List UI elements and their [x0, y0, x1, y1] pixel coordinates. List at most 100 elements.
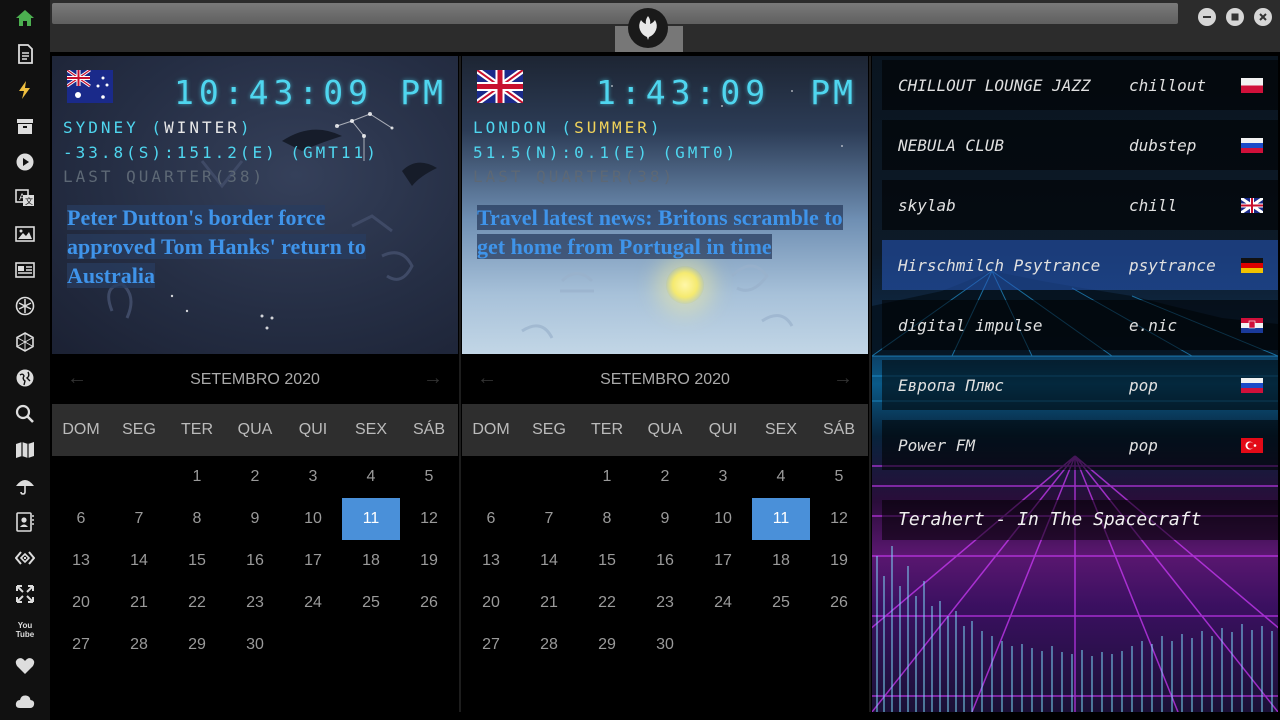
calendar-day[interactable]: 26 [400, 582, 458, 624]
rebel-alliance-emblem-icon[interactable] [628, 8, 668, 48]
maximize-button[interactable] [1226, 8, 1244, 26]
calendar-day[interactable]: 22 [578, 582, 636, 624]
calendar-day[interactable]: 15 [578, 540, 636, 582]
next-month-arrow-icon[interactable]: → [832, 367, 854, 389]
calendar-day[interactable]: 13 [52, 540, 110, 582]
london-headline-text[interactable]: Travel latest news: Britons scramble to … [477, 205, 843, 259]
close-button[interactable] [1254, 8, 1272, 26]
calendar-day[interactable]: 10 [284, 498, 342, 540]
calendar-day[interactable]: 1 [168, 456, 226, 498]
calendar-day[interactable]: 28 [520, 624, 578, 666]
sydney-headline[interactable]: Peter Dutton's border force approved Tom… [67, 203, 407, 290]
minimize-button[interactable] [1198, 8, 1216, 26]
transfer-icon[interactable] [13, 546, 37, 570]
globe-icon[interactable] [13, 366, 37, 390]
calendar-day[interactable]: 1 [578, 456, 636, 498]
calendar-day[interactable]: 30 [226, 624, 284, 666]
calendar-day[interactable]: 21 [110, 582, 168, 624]
calendar-day[interactable]: 4 [752, 456, 810, 498]
youtube-icon[interactable]: You Tube [13, 618, 37, 642]
calendar-day[interactable]: 14 [110, 540, 168, 582]
calendar-day[interactable]: 9 [636, 498, 694, 540]
calendar-day[interactable]: 26 [810, 582, 868, 624]
calendar-day[interactable]: 3 [284, 456, 342, 498]
hexagon-icon[interactable] [13, 330, 37, 354]
calendar-day[interactable]: 12 [400, 498, 458, 540]
expand-icon[interactable] [13, 582, 37, 606]
calendar-day[interactable]: 10 [694, 498, 752, 540]
calendar-day[interactable]: 16 [636, 540, 694, 582]
calendar-day[interactable]: 23 [226, 582, 284, 624]
calendar-day[interactable]: 27 [52, 624, 110, 666]
radio-station-row[interactable]: Power FM pop [882, 420, 1278, 470]
calendar-day[interactable]: 8 [168, 498, 226, 540]
calendar-day[interactable]: 14 [520, 540, 578, 582]
calendar-day[interactable]: 6 [462, 498, 520, 540]
radio-station-row[interactable]: Hirschmilch Psytrance psytrance [882, 240, 1278, 290]
lightning-icon[interactable] [13, 78, 37, 102]
london-ampm: PM [810, 73, 856, 112]
calendar-day[interactable]: 24 [284, 582, 342, 624]
calendar-day[interactable]: 12 [810, 498, 868, 540]
calendar-day[interactable]: 7 [520, 498, 578, 540]
calendar-day[interactable]: 25 [342, 582, 400, 624]
address-bar[interactable] [52, 3, 1178, 24]
sydney-headline-text[interactable]: Peter Dutton's border force approved Tom… [67, 205, 366, 288]
calendar-day[interactable]: 27 [462, 624, 520, 666]
search-icon[interactable] [13, 402, 37, 426]
rebel-alliance-icon[interactable] [13, 294, 37, 318]
calendar-day[interactable]: 15 [168, 540, 226, 582]
calendar-day[interactable]: 16 [226, 540, 284, 582]
calendar-day[interactable]: 29 [168, 624, 226, 666]
calendar-day[interactable]: 28 [110, 624, 168, 666]
calendar-day[interactable]: 25 [752, 582, 810, 624]
calendar-day[interactable]: 22 [168, 582, 226, 624]
cloud-icon[interactable] [13, 690, 37, 714]
radio-station-row[interactable]: NEBULA CLUB dubstep [882, 120, 1278, 170]
calendar-day[interactable]: 3 [694, 456, 752, 498]
calendar-day[interactable]: 5 [810, 456, 868, 498]
next-month-arrow-icon[interactable]: → [422, 367, 444, 389]
calendar-day[interactable]: 4 [342, 456, 400, 498]
calendar-day[interactable]: 20 [52, 582, 110, 624]
radio-station-row[interactable]: digital impulse e.nic [882, 300, 1278, 350]
radio-station-row[interactable]: skylab chill [882, 180, 1278, 230]
calendar-day[interactable]: 19 [810, 540, 868, 582]
calendar-day[interactable]: 13 [462, 540, 520, 582]
map-icon[interactable] [13, 438, 37, 462]
calendar-day[interactable]: 30 [636, 624, 694, 666]
image-icon[interactable] [13, 222, 37, 246]
calendar-empty-cell [520, 456, 578, 498]
contacts-icon[interactable] [13, 510, 37, 534]
home-icon[interactable] [13, 6, 37, 30]
calendar-day[interactable]: 9 [226, 498, 284, 540]
calendar-day[interactable]: 21 [520, 582, 578, 624]
london-headline[interactable]: Travel latest news: Britons scramble to … [477, 203, 847, 261]
calendar-day[interactable]: 18 [752, 540, 810, 582]
radio-station-row[interactable]: CHILLOUT LOUNGE JAZZ chillout [882, 60, 1278, 110]
calendar-day[interactable]: 7 [110, 498, 168, 540]
calendar-day[interactable]: 17 [284, 540, 342, 582]
calendar-day[interactable]: 19 [400, 540, 458, 582]
calendar-day[interactable]: 18 [342, 540, 400, 582]
play-icon[interactable] [13, 150, 37, 174]
calendar-day[interactable]: 2 [636, 456, 694, 498]
calendar-day[interactable]: 8 [578, 498, 636, 540]
archive-icon[interactable] [13, 114, 37, 138]
calendar-day[interactable]: 2 [226, 456, 284, 498]
calendar-day-today[interactable]: 11 [752, 498, 810, 540]
translate-icon[interactable]: A文 [13, 186, 37, 210]
newspaper-icon[interactable] [13, 258, 37, 282]
calendar-day[interactable]: 23 [636, 582, 694, 624]
calendar-day[interactable]: 24 [694, 582, 752, 624]
calendar-day[interactable]: 5 [400, 456, 458, 498]
calendar-day[interactable]: 29 [578, 624, 636, 666]
calendar-day[interactable]: 17 [694, 540, 752, 582]
document-icon[interactable] [13, 42, 37, 66]
calendar-day[interactable]: 6 [52, 498, 110, 540]
calendar-day[interactable]: 20 [462, 582, 520, 624]
calendar-day-today[interactable]: 11 [342, 498, 400, 540]
umbrella-icon[interactable] [13, 474, 37, 498]
heart-icon[interactable] [13, 654, 37, 678]
radio-station-row[interactable]: Европа Плюс pop [882, 360, 1278, 410]
